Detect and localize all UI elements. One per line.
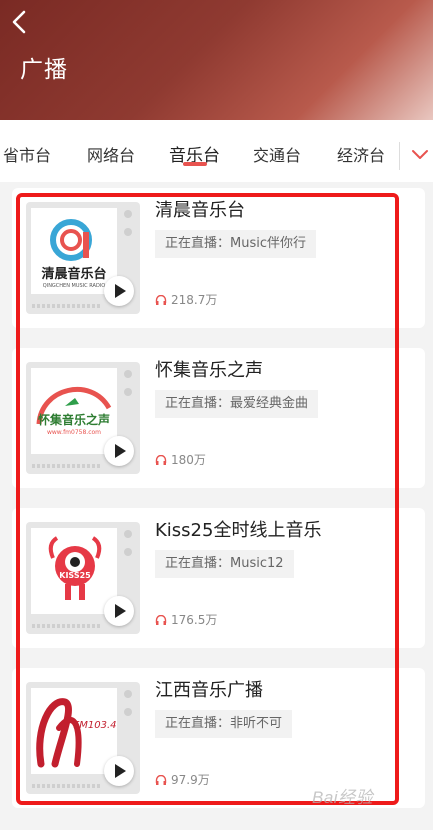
jiangxi-logo-icon: FM103.4 — [36, 698, 117, 768]
expand-tabs-button[interactable] — [409, 143, 431, 165]
page-title: 广播 — [20, 57, 68, 83]
listener-count: 180万 — [155, 451, 206, 468]
header: 广播 — [0, 0, 433, 120]
station-card[interactable]: 怀集音乐之声 www.fm0758.com 怀集音乐之声 正在直播：最爱经典金曲… — [12, 348, 425, 488]
station-cover: KISS25 — [26, 522, 140, 634]
chevron-down-icon — [412, 150, 428, 159]
chevron-left-icon — [12, 10, 26, 34]
tab-traffic[interactable]: 交通台 — [253, 142, 301, 166]
reel-dot — [124, 690, 132, 698]
now-playing-label: 正在直播：Music12 — [155, 550, 294, 578]
reel-dot — [124, 708, 132, 716]
now-playing-label: 正在直播：非听不可 — [155, 710, 293, 738]
headphones-icon — [155, 295, 167, 305]
station-cover: FM103.4 — [26, 682, 140, 794]
play-button[interactable] — [104, 276, 134, 306]
tab-province[interactable]: 省市台 — [3, 142, 51, 166]
reel-dot — [124, 228, 132, 236]
station-logo: FM103.4 — [31, 688, 117, 774]
reel-dot — [124, 548, 132, 556]
reel-dot — [124, 370, 132, 378]
listener-count-value: 97.9万 — [171, 773, 210, 787]
headphones-icon — [155, 455, 167, 465]
station-card[interactable]: 清晨音乐台 QINGCHEN MUSIC RADIO 清晨音乐台 正在直播：Mu… — [12, 188, 425, 328]
logo-subtext: QINGCHEN MUSIC RADIO — [43, 283, 105, 289]
listener-count: 97.9万 — [155, 771, 210, 788]
now-playing-label: 正在直播：最爱经典金曲 — [155, 390, 319, 418]
station-card[interactable]: KISS25 Kiss25全时线上音乐 正在直播：Music12 176.5万 — [12, 508, 425, 648]
station-logo: 清晨音乐台 QINGCHEN MUSIC RADIO — [31, 208, 117, 294]
headphones-icon — [155, 775, 167, 785]
listener-count-value: 180万 — [171, 453, 206, 467]
logo-text: 怀集音乐之声 — [38, 412, 110, 427]
headphones-icon — [155, 615, 167, 625]
station-cover: 怀集音乐之声 www.fm0758.com — [26, 362, 140, 474]
station-name: 清晨音乐台 — [155, 200, 245, 221]
cover-strip — [32, 624, 102, 628]
listener-count-value: 176.5万 — [171, 613, 218, 627]
station-logo: KISS25 — [31, 528, 117, 614]
active-tab-indicator — [183, 162, 207, 166]
watermark: Bai经验 — [312, 788, 374, 807]
cover-strip — [32, 784, 102, 788]
logo-text: 清晨音乐台 — [41, 266, 106, 282]
station-name: 怀集音乐之声 — [155, 360, 263, 381]
listener-count: 176.5万 — [155, 611, 217, 628]
listener-count-value: 218.7万 — [171, 293, 218, 307]
now-playing-label: 正在直播：Music伴你行 — [155, 230, 316, 258]
back-button[interactable] — [8, 8, 32, 36]
logo-text: KISS25 — [59, 571, 91, 580]
cover-strip — [32, 304, 102, 308]
reel-dot — [124, 210, 132, 218]
category-tabs: 省市台 网络台 音乐台 交通台 经济台 — [0, 120, 433, 182]
qingchen-logo-icon: 清晨音乐台 QINGCHEN MUSIC RADIO — [41, 219, 107, 289]
station-name: Kiss25全时线上音乐 — [155, 520, 322, 541]
cover-strip — [32, 464, 102, 468]
tab-economy[interactable]: 经济台 — [337, 142, 385, 166]
station-logo: 怀集音乐之声 www.fm0758.com — [31, 368, 117, 454]
station-name: 江西音乐广播 — [155, 680, 263, 701]
reel-dot — [124, 388, 132, 396]
tab-network[interactable]: 网络台 — [87, 142, 135, 166]
listener-count: 218.7万 — [155, 291, 217, 308]
station-cover: 清晨音乐台 QINGCHEN MUSIC RADIO — [26, 202, 140, 314]
kiss25-mascot-icon: KISS25 — [48, 536, 102, 600]
tabs-divider — [399, 142, 400, 170]
play-button[interactable] — [104, 756, 134, 786]
reel-dot — [124, 530, 132, 538]
logo-text: FM103.4 — [73, 720, 116, 731]
huaiji-logo-icon: 怀集音乐之声 www.fm0758.com — [36, 386, 112, 436]
play-button[interactable] — [104, 596, 134, 626]
logo-subtext: www.fm0758.com — [47, 429, 101, 436]
play-button[interactable] — [104, 436, 134, 466]
